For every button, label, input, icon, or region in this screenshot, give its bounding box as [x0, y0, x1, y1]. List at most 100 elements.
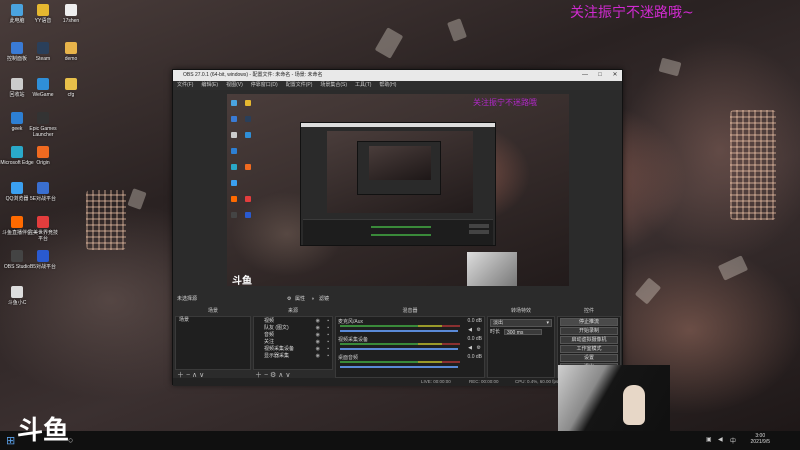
app-icon — [37, 4, 49, 16]
preview-desktop-icon — [245, 100, 251, 106]
filters-button[interactable]: 滤镜 — [319, 294, 329, 304]
preview-desktop-icon — [231, 212, 237, 218]
lock-icon[interactable]: ▪ — [327, 325, 329, 332]
preview-canvas[interactable]: 关注振宁不迷路哦 斗鱼 — [227, 94, 569, 286]
channel-db: 0.0 dB — [467, 354, 482, 360]
properties-button[interactable]: 属性 — [295, 294, 305, 304]
app-icon — [37, 42, 49, 54]
app-icon — [11, 250, 23, 262]
menu-tools[interactable]: 工具(T) — [355, 81, 371, 90]
preview-desktop-icon — [231, 148, 237, 154]
app-icon — [11, 4, 23, 16]
wallpaper-petal — [127, 188, 147, 210]
mixer-panel[interactable]: 麦克风/Aux 0.0 dB ◀ ⚙ 视频采集设备 0.0 dB ◀ ⚙ 桌面音… — [335, 316, 485, 378]
menu-edit[interactable]: 编辑(E) — [201, 81, 218, 90]
app-icon — [11, 146, 23, 158]
wallpaper-petal — [374, 27, 404, 59]
menu-profile[interactable]: 配置文件(P) — [286, 81, 313, 90]
close-icon[interactable]: ✕ — [608, 70, 622, 81]
scenes-panel[interactable]: 场景 — [175, 316, 251, 370]
transition-select[interactable]: 淡出 ▾ — [490, 319, 552, 327]
nested-meter — [371, 234, 431, 236]
ime-icon[interactable]: 中 — [730, 436, 736, 445]
start-recording-button[interactable]: 开始录制 — [560, 327, 618, 335]
menu-scene-collection[interactable]: 场景集合(S) — [320, 81, 347, 90]
desktop-icon[interactable]: cfg — [54, 78, 88, 98]
menu-docks[interactable]: 停靠窗口(D) — [251, 81, 278, 90]
desktop-icon[interactable]: 斗鱼小C — [0, 286, 34, 306]
source-item[interactable]: 关注 ◉ ▪ — [254, 339, 332, 346]
lock-icon[interactable]: ▪ — [327, 332, 329, 339]
desktop-icon[interactable]: Epic Games Launcher — [26, 112, 60, 138]
douyu-logo: 斗鱼 — [17, 416, 70, 446]
obs-window[interactable]: OBS 27.0.1 (64-bit, windows) - 配置文件: 未命名… — [172, 69, 623, 386]
preview-logo: 斗鱼 — [232, 276, 252, 286]
eye-icon[interactable]: ◉ — [316, 339, 320, 346]
preview-desktop-icon — [245, 116, 251, 122]
lock-icon[interactable]: ▪ — [327, 339, 329, 346]
no-source-label: 未选择源 — [177, 296, 198, 302]
maximize-icon[interactable]: □ — [593, 70, 607, 81]
desktop-icon-label: Epic Games Launcher — [29, 126, 57, 138]
network-icon[interactable]: ▣ — [706, 436, 712, 443]
settings-button[interactable]: 设置 — [560, 354, 618, 362]
source-item[interactable]: 音频 ◉ ▪ — [254, 332, 332, 339]
app-icon — [11, 286, 23, 298]
speaker-icon[interactable]: ◀ — [468, 345, 472, 351]
source-label: 音频 — [264, 332, 275, 338]
duration-input[interactable]: 300 ms — [504, 329, 542, 336]
properties-icon[interactable]: ⚙ — [287, 294, 291, 304]
lock-icon[interactable]: ▪ — [327, 346, 329, 353]
volume-slider[interactable] — [340, 366, 458, 368]
eye-icon[interactable]: ◉ — [316, 353, 320, 360]
eye-icon[interactable]: ◉ — [316, 318, 320, 325]
eye-icon[interactable]: ◉ — [316, 325, 320, 332]
app-icon — [11, 216, 23, 228]
preview-desktop-icon — [231, 100, 237, 106]
transitions-panel[interactable]: 淡出 ▾ 时长 300 ms — [487, 316, 555, 378]
stop-streaming-button[interactable]: 停止推流 — [560, 318, 618, 326]
speaker-icon[interactable]: ◀ — [468, 327, 472, 333]
gear-icon[interactable]: ⚙ — [477, 345, 481, 351]
menu-view[interactable]: 视图(V) — [226, 81, 243, 90]
eye-icon[interactable]: ◉ — [316, 346, 320, 353]
scene-item[interactable]: 场景 — [176, 317, 250, 324]
filters-icon[interactable]: ◑ — [311, 294, 314, 304]
volume-icon[interactable]: ◀ — [718, 436, 723, 443]
source-item[interactable]: 视频采集设备 ◉ ▪ — [254, 346, 332, 353]
obs-titlebar[interactable]: OBS 27.0.1 (64-bit, windows) - 配置文件: 未命名… — [173, 70, 622, 81]
menu-file[interactable]: 文件(F) — [177, 81, 193, 90]
app-icon — [37, 182, 49, 194]
source-item[interactable]: 视频 ◉ ▪ — [254, 318, 332, 325]
lock-icon[interactable]: ▪ — [327, 353, 329, 360]
desktop-icon[interactable]: 17shen — [54, 4, 88, 24]
volume-slider[interactable] — [340, 348, 458, 350]
lock-icon[interactable]: ▪ — [327, 318, 329, 325]
source-item[interactable]: 显示器采集 ◉ ▪ — [254, 353, 332, 360]
nested-button — [469, 230, 489, 234]
audio-meter — [340, 325, 460, 327]
preview-desktop-icon — [245, 196, 251, 202]
desktop-icon[interactable]: demo — [54, 42, 88, 62]
clock-date: 2021/9/5 — [750, 439, 770, 445]
gear-icon[interactable]: ⚙ — [477, 327, 481, 333]
volume-slider[interactable] — [340, 330, 458, 332]
desktop-icon-label: Origin — [36, 160, 50, 166]
preview-desktop-icon — [231, 180, 237, 186]
sources-panel[interactable]: 视频 ◉ ▪ 队友 (图文) ◉ ▪ 音频 ◉ ▪ 关注 ◉ ▪ 视频采集设备 ◉ ▪ 显示器采集 ◉… — [253, 316, 333, 370]
studio-mode-button[interactable]: 工作室模式 — [560, 345, 618, 353]
desktop-icon[interactable]: 5E对战平台 — [26, 182, 60, 202]
preview-desktop-icon — [245, 212, 251, 218]
source-item[interactable]: 队友 (图文) ◉ ▪ — [254, 325, 332, 332]
virtual-camera-button[interactable]: 启动虚拟摄像机 — [560, 336, 618, 344]
windows-start-icon[interactable]: ⊞ — [6, 434, 15, 447]
menu-help[interactable]: 帮助(H) — [379, 81, 396, 90]
minimize-icon[interactable]: — — [578, 70, 592, 81]
desktop-icon[interactable]: Origin — [26, 146, 60, 166]
desktop-icon-label: 17shen — [62, 18, 80, 24]
channel-db: 0.0 dB — [467, 318, 482, 324]
desktop-icon[interactable]: B5对战平台 — [26, 250, 60, 270]
desktop-icon[interactable]: 完美世界竞技平台 — [26, 216, 60, 242]
eye-icon[interactable]: ◉ — [316, 332, 320, 339]
taskbar-clock[interactable]: 3:00 2021/9/5 — [751, 433, 770, 445]
